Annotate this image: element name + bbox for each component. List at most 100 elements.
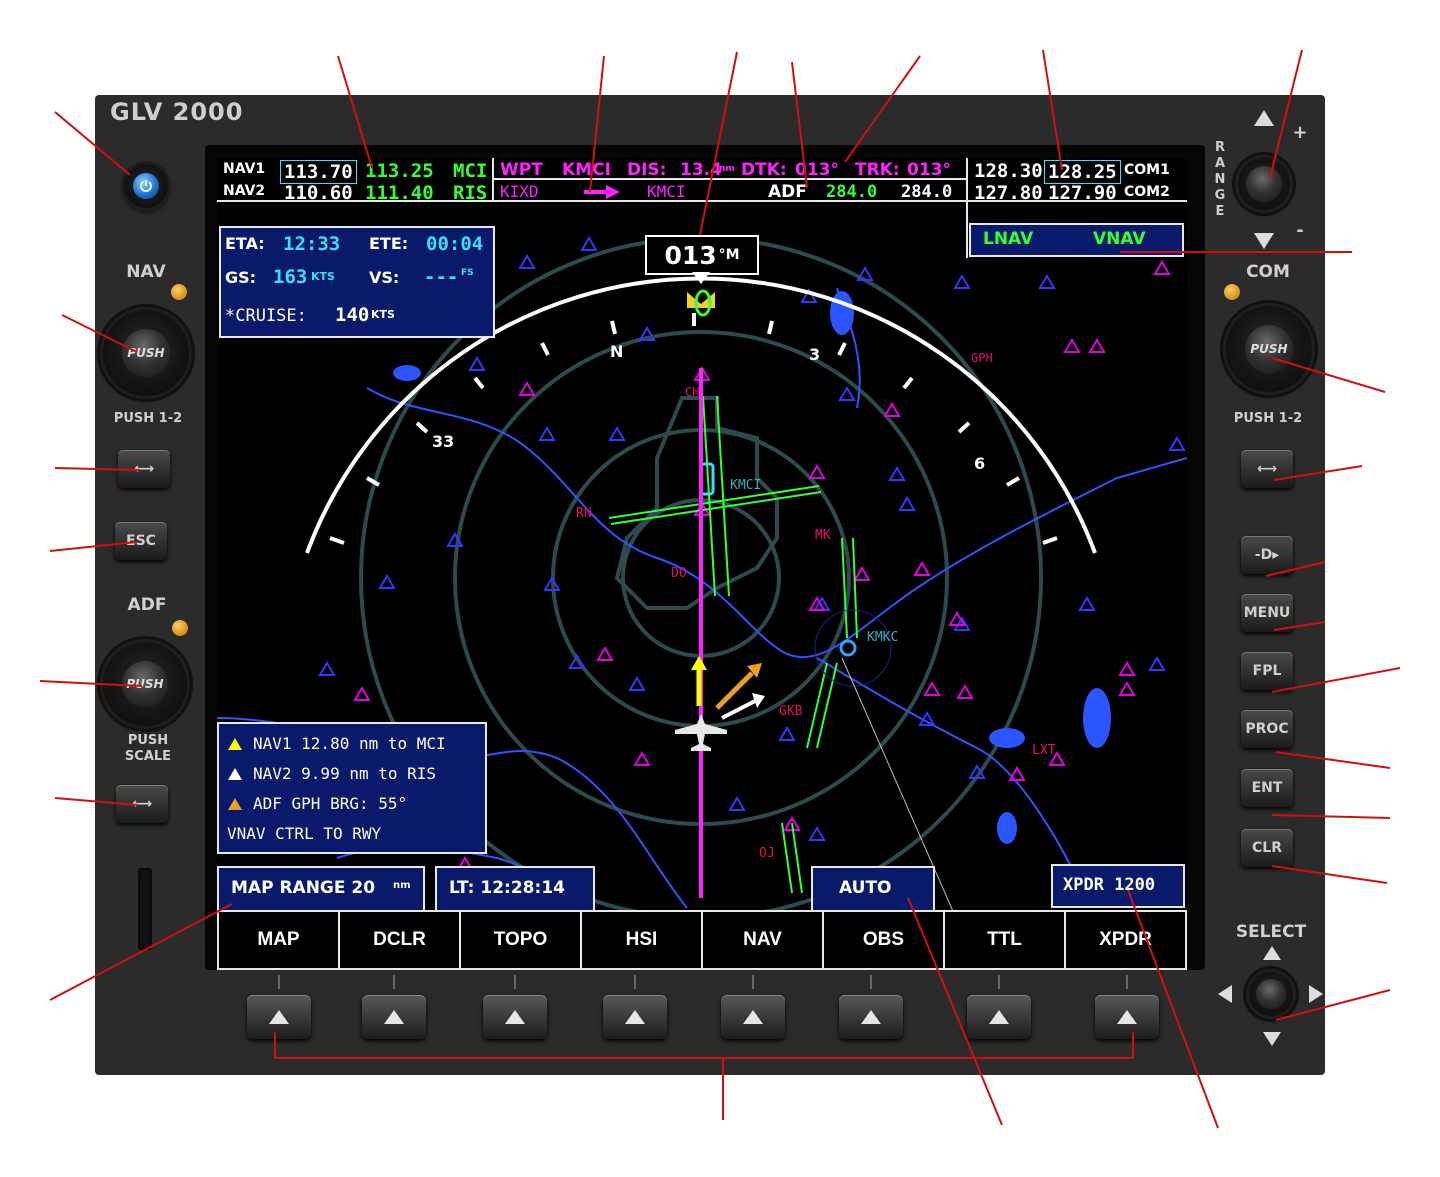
fpl-button[interactable]: FPL: [1241, 652, 1293, 690]
nav1-active-frequency[interactable]: 113.70: [280, 160, 357, 184]
softkey-obs[interactable]: OBS: [824, 912, 945, 968]
direct-to-button[interactable]: -D▸: [1241, 536, 1293, 574]
eta-label: ETA:: [225, 234, 265, 253]
map-label-lxt: LXT: [1032, 743, 1056, 758]
softkey-xpdr[interactable]: XPDR: [1066, 912, 1185, 968]
softkey-bar: MAP DCLR TOPO HSI NAV OBS TTL XPDR: [217, 910, 1187, 970]
com2-standby-frequency[interactable]: 127.90: [1048, 182, 1117, 204]
ete-value: 00:04: [426, 233, 484, 255]
push-scale-label-2: SCALE: [124, 749, 172, 764]
adf-active-frequency[interactable]: 284.0: [826, 182, 877, 202]
heading-readout: 013 °M: [645, 235, 759, 275]
dis-unit: nm: [719, 164, 735, 174]
flight-info-panel: ETA: 12:33 ETE: 00:04 GS: 163 KTS VS: --…: [219, 226, 495, 338]
vs-unit: FS: [461, 268, 474, 278]
range-plus-label: +: [1292, 122, 1308, 143]
ete-label: ETE:: [369, 234, 409, 253]
nav1-standby-frequency[interactable]: 113.25: [365, 160, 434, 182]
ent-button-label: ENT: [1251, 780, 1283, 796]
nav2-pointer-icon: [228, 768, 242, 780]
select-down-arrow-icon[interactable]: [1263, 1032, 1281, 1046]
auto-box[interactable]: AUTO: [811, 866, 935, 912]
clr-button[interactable]: CLR: [1241, 829, 1293, 867]
map-range-box[interactable]: MAP RANGE 20 nm: [217, 866, 425, 912]
esc-button-label: ESC: [126, 533, 156, 549]
softkey-dclr[interactable]: DCLR: [340, 912, 461, 968]
nav-knob-push-label: PUSH: [122, 329, 170, 377]
menu-button-label: MENU: [1243, 605, 1291, 621]
to-waypoint: KMCI: [647, 182, 686, 201]
divider: [278, 975, 280, 989]
range-knob[interactable]: [1238, 158, 1290, 210]
softkey-hsi[interactable]: HSI: [582, 912, 703, 968]
com-swap-button[interactable]: ⟷: [1241, 450, 1293, 488]
map-label-mk: MK: [815, 528, 831, 543]
range-letter: A: [1214, 156, 1226, 171]
softkey-button-1[interactable]: [247, 995, 311, 1039]
com1-standby-frequency[interactable]: 128.25: [1044, 160, 1121, 184]
softkey-topo[interactable]: TOPO: [461, 912, 582, 968]
direct-to-icon: -D▸: [1254, 547, 1280, 563]
divider: [634, 975, 636, 989]
range-up-arrow-icon[interactable]: [1254, 110, 1274, 126]
com1-active-frequency[interactable]: 128.30: [974, 160, 1043, 182]
select-left-arrow-icon[interactable]: [1218, 985, 1232, 1003]
softkey-button-5[interactable]: [721, 995, 785, 1039]
adf-indicator-led: [172, 620, 188, 636]
vs-value: ---: [424, 266, 459, 288]
range-down-arrow-icon[interactable]: [1254, 233, 1274, 249]
scale-swap-button[interactable]: ⟷: [116, 785, 168, 823]
softkey-button-4[interactable]: [603, 995, 667, 1039]
gs-label: GS:: [225, 268, 257, 287]
softkey-button-3[interactable]: [483, 995, 547, 1039]
ent-button[interactable]: ENT: [1241, 769, 1293, 807]
compass-label-n: N: [610, 342, 624, 361]
map-label-rn: RN: [576, 506, 592, 521]
dtk-value: 013°: [795, 160, 839, 180]
select-up-arrow-icon[interactable]: [1263, 946, 1281, 960]
bearing-line-nav2: NAV2 9.99 nm to RIS: [253, 764, 437, 783]
eta-value: 12:33: [283, 233, 341, 255]
local-time-box: LT: 12:28:14: [435, 866, 595, 912]
softkey-ttl[interactable]: TTL: [945, 912, 1066, 968]
map-range-value: MAP RANGE 20: [231, 878, 376, 898]
wpt-value: KMCI: [562, 160, 611, 180]
card-slot[interactable]: [138, 868, 152, 950]
softkey-button-6[interactable]: [839, 995, 903, 1039]
nav2-label: NAV2: [223, 183, 266, 199]
swap-arrows-icon: ⟷: [133, 461, 155, 477]
softkey-nav[interactable]: NAV: [703, 912, 824, 968]
proc-button[interactable]: PROC: [1241, 710, 1293, 748]
map-label-ch: CH: [685, 385, 700, 399]
map-label-gkb: GKB: [779, 704, 803, 719]
xpdr-box[interactable]: XPDR 1200: [1051, 864, 1185, 908]
com1-label: COM1: [1124, 162, 1170, 178]
nav-knob[interactable]: PUSH: [103, 310, 189, 396]
nav2-active-frequency[interactable]: 110.60: [284, 182, 353, 204]
select-right-arrow-icon[interactable]: [1309, 985, 1323, 1003]
com2-label: COM2: [1124, 184, 1170, 200]
power-button[interactable]: [124, 164, 168, 208]
softkey-button-2[interactable]: [362, 995, 426, 1039]
map-label-kmkc: KMKC: [867, 630, 899, 645]
proc-button-label: PROC: [1245, 721, 1289, 737]
adf-knob[interactable]: PUSH: [103, 642, 187, 726]
softkey-button-7[interactable]: [967, 995, 1031, 1039]
compass-label-33: 33: [432, 432, 455, 451]
nav2-standby-frequency[interactable]: 111.40: [365, 182, 434, 204]
softkey-map[interactable]: MAP: [219, 912, 340, 968]
esc-button[interactable]: ESC: [115, 522, 167, 560]
adf-standby-frequency[interactable]: 284.0: [901, 182, 952, 202]
select-joystick[interactable]: [1249, 972, 1293, 1016]
nav-swap-button[interactable]: ⟷: [118, 450, 170, 488]
divider: [514, 975, 516, 989]
softkey-button-8[interactable]: [1095, 995, 1159, 1039]
com2-active-frequency[interactable]: 127.80: [974, 182, 1043, 204]
menu-button[interactable]: MENU: [1241, 594, 1293, 632]
trk-label: TRK:: [855, 160, 900, 180]
up-arrow-icon: [505, 1010, 525, 1024]
push-scale-label-1: PUSH: [127, 733, 169, 748]
com-knob[interactable]: PUSH: [1226, 306, 1312, 392]
heading-unit: °M: [718, 247, 740, 263]
dis-value: 13.4: [680, 160, 722, 180]
